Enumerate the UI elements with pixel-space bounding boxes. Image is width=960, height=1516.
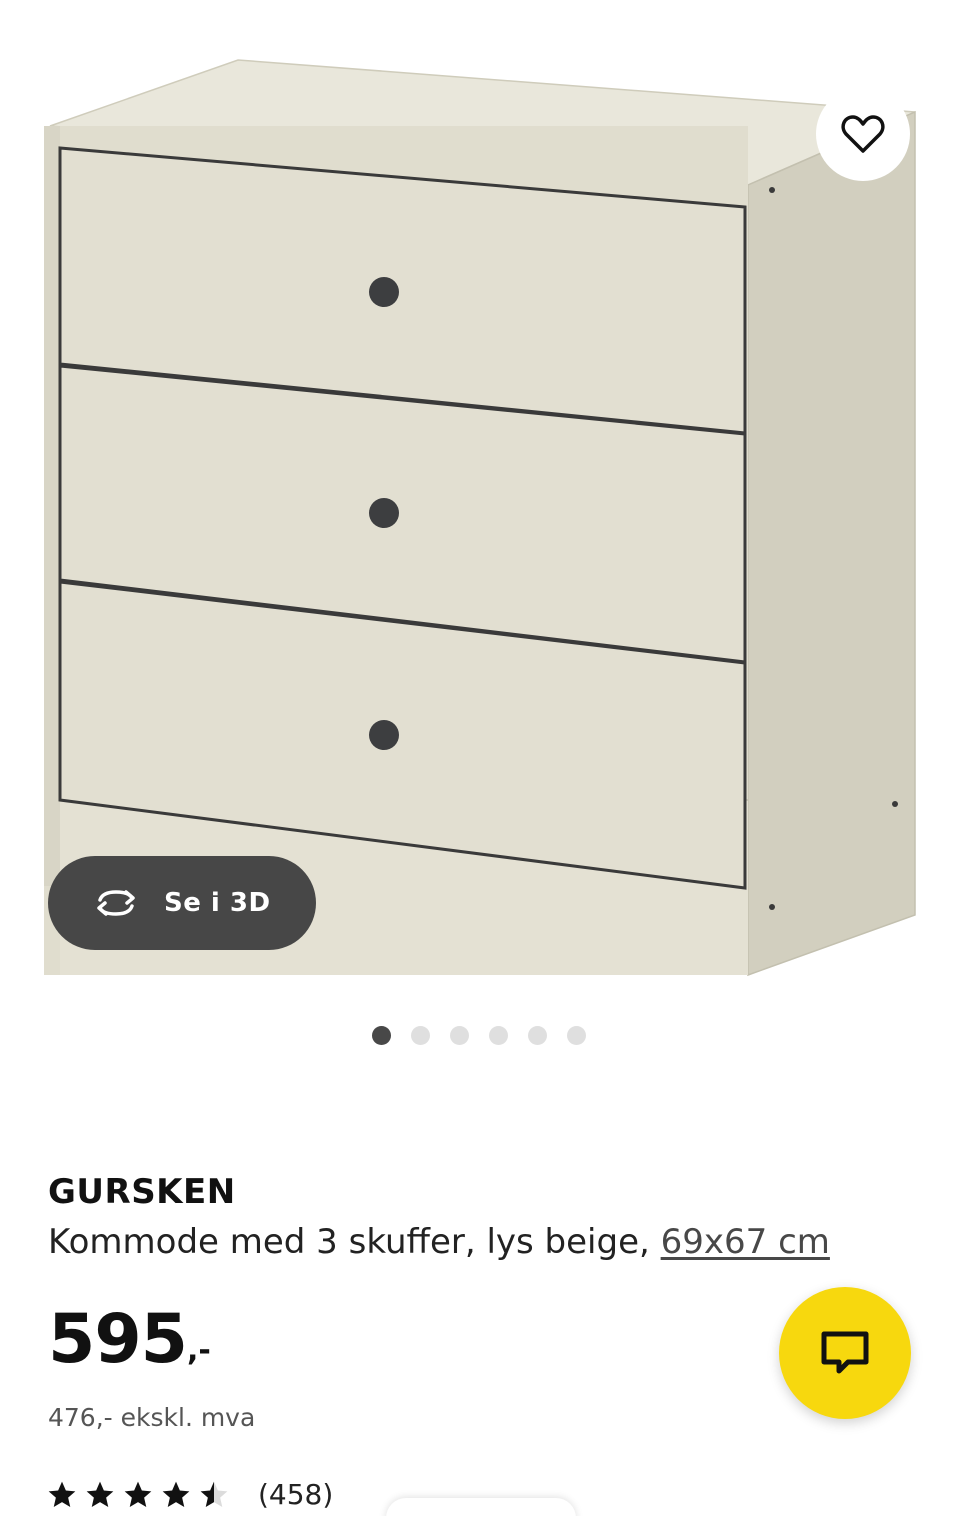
- favourite-button[interactable]: [816, 87, 910, 181]
- view-in-3d-label: Se i 3D: [164, 888, 271, 918]
- price: 595 ,-: [48, 1300, 211, 1380]
- gallery-dot-1[interactable]: [372, 1026, 391, 1045]
- star-full-icon: [162, 1481, 190, 1507]
- star-full-icon: [48, 1481, 76, 1507]
- bottom-sheet-handle[interactable]: [386, 1498, 576, 1516]
- rating-stars: [46, 1479, 230, 1511]
- rotate-arrows-icon: [97, 890, 135, 916]
- gallery-dot-2[interactable]: [411, 1026, 430, 1045]
- rating[interactable]: (458): [46, 1478, 333, 1511]
- gallery-dot-5[interactable]: [528, 1026, 547, 1045]
- star-half-icon: [200, 1481, 228, 1507]
- star-full-icon: [86, 1481, 114, 1507]
- product-description-text: Kommode med 3 skuffer, lys beige,: [48, 1222, 661, 1262]
- heart-outline-icon: [841, 115, 885, 153]
- price-amount: 595: [48, 1300, 188, 1379]
- product-gallery[interactable]: Se i 3D: [0, 0, 960, 1000]
- gallery-dot-4[interactable]: [489, 1026, 508, 1045]
- price-excl-vat: 476,- ekskl. mva: [48, 1403, 256, 1432]
- gallery-pagination: [372, 1026, 586, 1045]
- chat-bubble-icon: [821, 1331, 869, 1374]
- price-suffix: ,-: [186, 1333, 211, 1368]
- product-description: Kommode med 3 skuffer, lys beige, 69x67 …: [48, 1222, 830, 1262]
- rating-count: (458): [258, 1478, 334, 1511]
- size-link[interactable]: 69x67 cm: [661, 1222, 830, 1262]
- gallery-dot-6[interactable]: [567, 1026, 586, 1045]
- product-image[interactable]: [0, 0, 960, 1000]
- star-full-icon: [124, 1481, 152, 1507]
- view-in-3d-button[interactable]: Se i 3D: [48, 856, 316, 950]
- product-name: GURSKEN: [48, 1172, 236, 1212]
- gallery-dot-3[interactable]: [450, 1026, 469, 1045]
- chat-button[interactable]: [779, 1287, 911, 1419]
